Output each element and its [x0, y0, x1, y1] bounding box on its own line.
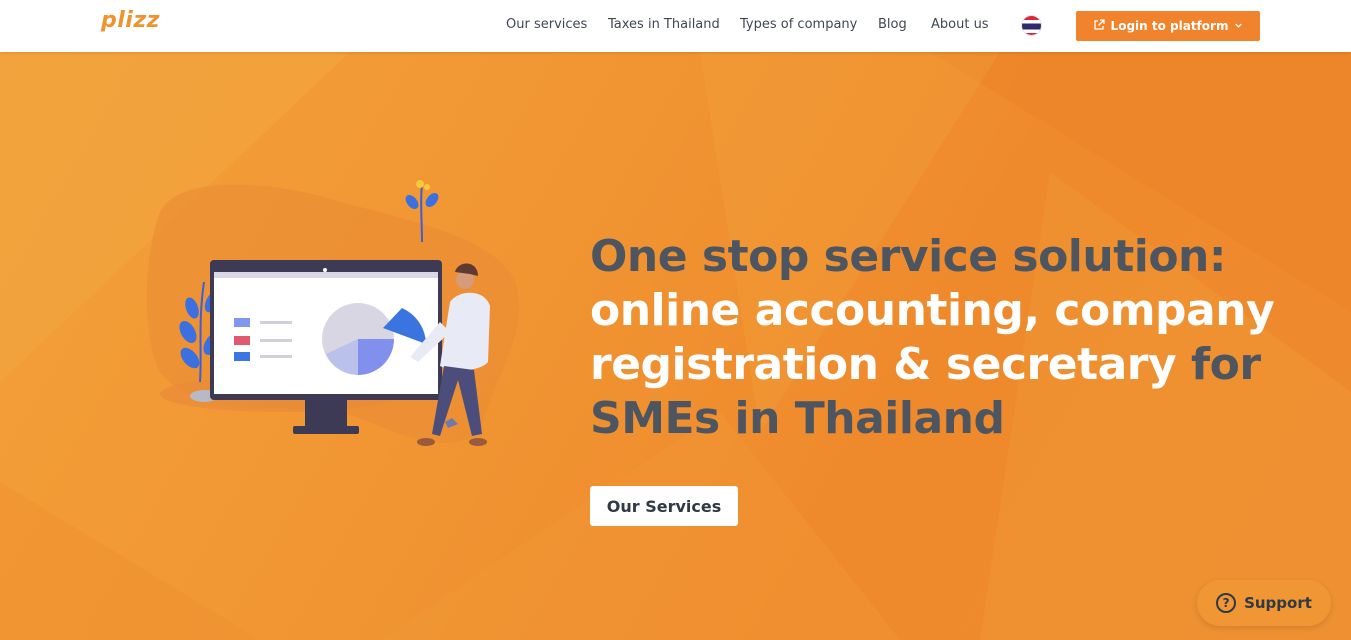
nav-about-us[interactable]: About us — [931, 17, 989, 32]
hero-headline: One stop service solution: online accoun… — [590, 230, 1290, 446]
external-link-icon — [1093, 18, 1105, 34]
person-with-monitor-illustration — [146, 180, 520, 446]
thailand-flag-icon[interactable] — [1021, 15, 1042, 36]
headline-part-1: One stop service solution: — [590, 231, 1226, 282]
nav-our-services[interactable]: Our services — [506, 17, 587, 32]
login-to-platform-button[interactable]: Login to platform — [1076, 11, 1260, 41]
plizz-logo[interactable]: plizz — [101, 8, 160, 33]
support-button[interactable]: ? Support — [1197, 580, 1331, 626]
chevron-down-icon — [1234, 19, 1243, 33]
top-navbar: plizz Our services Taxes in Thailand Typ… — [0, 0, 1351, 52]
nav-taxes-in-thailand[interactable]: Taxes in Thailand — [608, 17, 720, 32]
login-button-label: Login to platform — [1110, 19, 1229, 33]
support-label: Support — [1244, 594, 1312, 612]
question-circle-icon: ? — [1216, 593, 1237, 613]
headline-highlight: online accounting, company registration … — [590, 285, 1275, 390]
hero-section: One stop service solution: online accoun… — [0, 52, 1351, 640]
nav-blog[interactable]: Blog — [878, 17, 907, 32]
our-services-button[interactable]: Our Services — [590, 486, 738, 526]
nav-types-of-company[interactable]: Types of company — [740, 17, 857, 32]
